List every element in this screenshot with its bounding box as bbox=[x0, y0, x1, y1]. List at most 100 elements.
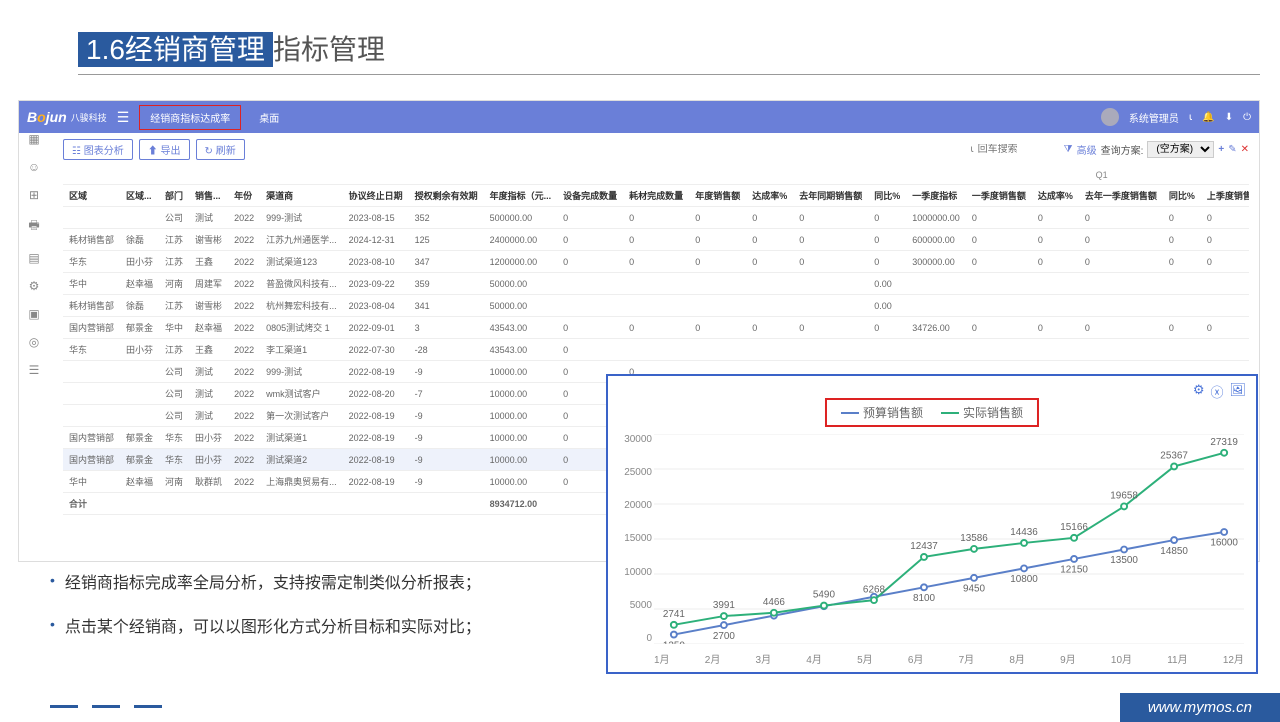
column-header[interactable]: 区域 bbox=[63, 185, 120, 207]
column-header[interactable]: 渠道商 bbox=[260, 185, 343, 207]
adv-filter[interactable]: 高级 bbox=[1077, 142, 1097, 157]
column-header[interactable]: 达成率% bbox=[746, 185, 793, 207]
chart-yaxis: 300002500020000150001000050000 bbox=[618, 434, 652, 644]
search-icon[interactable]: ⍳ bbox=[1189, 112, 1192, 123]
logo-subtitle: 八骏科技 bbox=[71, 111, 107, 124]
legend-budget: 预算销售额 bbox=[863, 404, 923, 421]
chart-legend: 预算销售额 实际销售额 bbox=[825, 398, 1039, 427]
column-header[interactable]: 销售... bbox=[189, 185, 228, 207]
column-header[interactable]: 同比% bbox=[1163, 185, 1201, 207]
nav-icon[interactable]: ☰ bbox=[29, 363, 40, 377]
title-rest: 指标管理 bbox=[273, 34, 385, 65]
svg-text:2700: 2700 bbox=[713, 631, 736, 642]
column-header[interactable]: 上季度销售额 bbox=[1201, 185, 1249, 207]
table-row[interactable]: 公司测试2022999-测试2023-08-15352500000.000000… bbox=[63, 207, 1249, 229]
bell-icon[interactable]: 🔔 bbox=[1202, 112, 1214, 123]
column-header[interactable]: 区域... bbox=[120, 185, 159, 207]
table-row[interactable]: 国内营销部郁景金华中赵幸福20220805测试烤交 12022-09-01343… bbox=[63, 317, 1249, 339]
chart-plot-area: 2741399144665490626812437135861443615166… bbox=[654, 434, 1244, 644]
footer-url: www.mymos.cn bbox=[1120, 693, 1280, 722]
nav-icon[interactable]: ⊞ bbox=[29, 188, 39, 202]
slide-indicator bbox=[50, 705, 162, 708]
search-input[interactable] bbox=[978, 144, 1048, 155]
svg-text:3991: 3991 bbox=[713, 600, 735, 611]
column-header[interactable]: 年度指标（元... bbox=[484, 185, 558, 207]
column-header[interactable]: 同比% bbox=[868, 185, 906, 207]
nav-icon[interactable]: 🖶 bbox=[28, 216, 39, 237]
column-header[interactable]: 设备完成数量 bbox=[557, 185, 623, 207]
table-row[interactable]: 华中赵幸福河南周建军2022普盈微风科技有...2023-09-22359500… bbox=[63, 273, 1249, 295]
svg-text:1350: 1350 bbox=[663, 640, 686, 644]
scheme-select[interactable]: (空方案) bbox=[1147, 141, 1214, 158]
svg-text:12437: 12437 bbox=[910, 541, 938, 552]
svg-text:13586: 13586 bbox=[960, 533, 988, 544]
nav-icon[interactable]: ▦ bbox=[28, 132, 39, 146]
delete-scheme-icon[interactable]: ✕ bbox=[1241, 144, 1249, 155]
svg-text:16000: 16000 bbox=[1210, 538, 1238, 549]
column-header[interactable]: 协议终止日期 bbox=[343, 185, 409, 207]
q1-header: Q1 bbox=[906, 166, 1249, 185]
column-header[interactable]: 年份 bbox=[228, 185, 260, 207]
nav-icon[interactable]: ▣ bbox=[28, 307, 39, 321]
nav-icon[interactable]: ▤ bbox=[28, 251, 39, 265]
add-scheme-icon[interactable]: + bbox=[1218, 144, 1224, 155]
power-icon[interactable]: ⏻ bbox=[1243, 112, 1251, 123]
svg-text:9450: 9450 bbox=[963, 584, 986, 595]
column-header[interactable]: 授权剩余有效期 bbox=[409, 185, 484, 207]
table-row[interactable]: 华东田小芬江苏王鑫2022李工渠道12022-07-30-2843543.000 bbox=[63, 339, 1249, 361]
side-nav: ▦ ☺ ⊞ 🖶 ▤ ⚙ ▣ ◎ ☰ bbox=[18, 132, 50, 377]
svg-text:2741: 2741 bbox=[663, 609, 685, 620]
svg-text:25367: 25367 bbox=[1160, 451, 1188, 462]
column-header[interactable]: 耗材完成数量 bbox=[623, 185, 689, 207]
svg-text:14850: 14850 bbox=[1160, 546, 1188, 557]
save-scheme-icon[interactable]: ✎ bbox=[1228, 144, 1236, 155]
svg-text:27319: 27319 bbox=[1210, 437, 1238, 448]
legend-actual: 实际销售额 bbox=[963, 404, 1023, 421]
column-header[interactable]: 去年同期销售额 bbox=[793, 185, 868, 207]
toolbar: ☷ 图表分析 ⬆ 导出 ↻ 刷新 ⍳ ⧩ 高级 查询方案: (空方案) + ✎ … bbox=[63, 139, 1249, 160]
title-underline bbox=[78, 74, 1260, 75]
svg-text:4466: 4466 bbox=[763, 597, 786, 608]
column-header[interactable]: 一季度指标 bbox=[906, 185, 966, 207]
logo[interactable]: Bojun bbox=[27, 109, 67, 125]
table-row[interactable]: 耗材销售部徐磊江苏谢雪彬2022杭州舞宏科技有...2023-08-043415… bbox=[63, 295, 1249, 317]
column-header[interactable]: 部门 bbox=[159, 185, 189, 207]
chart-xaxis: 1月2月3月4月5月6月7月8月9月10月11月12月 bbox=[654, 651, 1244, 666]
tab-desktop[interactable]: 桌面 bbox=[249, 106, 289, 129]
topbar: Bojun 八骏科技 ☰ 经销商指标达成率 桌面 系统管理员 ⍳ 🔔 ⬇ ⏻ bbox=[19, 101, 1259, 133]
download-icon[interactable]: ⬇ bbox=[1225, 112, 1233, 123]
chart-export-image-icon[interactable]: 🖼 bbox=[1229, 382, 1246, 401]
nav-icon[interactable]: ◎ bbox=[29, 335, 39, 349]
table-row[interactable]: 耗材销售部徐磊江苏谢雪彬2022江苏九州通医学...2024-12-311252… bbox=[63, 229, 1249, 251]
filter-icon[interactable]: ⧩ bbox=[1064, 144, 1073, 155]
svg-text:19658: 19658 bbox=[1110, 491, 1138, 502]
nav-icon[interactable]: ⚙ bbox=[29, 279, 40, 293]
svg-text:14436: 14436 bbox=[1010, 527, 1038, 538]
menu-icon[interactable]: ☰ bbox=[117, 109, 130, 126]
svg-text:6268: 6268 bbox=[863, 584, 886, 595]
column-header[interactable]: 去年一季度销售额 bbox=[1079, 185, 1163, 207]
column-header[interactable]: 一季度销售额 bbox=[966, 185, 1032, 207]
refresh-button[interactable]: ↻ 刷新 bbox=[196, 139, 245, 160]
chart-export-excel-icon[interactable]: ⓧ bbox=[1210, 382, 1223, 401]
svg-text:8100: 8100 bbox=[913, 593, 936, 604]
scheme-label: 查询方案: bbox=[1101, 142, 1144, 157]
chart-settings-icon[interactable]: ⚙ bbox=[1193, 382, 1205, 401]
export-button[interactable]: ⬆ 导出 bbox=[139, 139, 190, 160]
svg-text:15166: 15166 bbox=[1060, 522, 1088, 533]
nav-icon[interactable]: ☺ bbox=[28, 160, 40, 174]
bullet-list: •经销商指标完成率全局分析，支持按需定制类似分析报表； •点击某个经销商，可以以图… bbox=[50, 569, 481, 657]
bullet-item: •经销商指标完成率全局分析，支持按需定制类似分析报表； bbox=[50, 569, 481, 593]
column-header[interactable]: 达成率% bbox=[1032, 185, 1079, 207]
svg-text:13500: 13500 bbox=[1110, 555, 1138, 566]
chart-analysis-button[interactable]: ☷ 图表分析 bbox=[63, 139, 133, 160]
column-header[interactable]: 年度销售额 bbox=[689, 185, 746, 207]
svg-text:12150: 12150 bbox=[1060, 565, 1088, 576]
avatar[interactable] bbox=[1101, 108, 1119, 126]
table-row[interactable]: 华东田小芬江苏王鑫2022测试渠道1232023-08-103471200000… bbox=[63, 251, 1249, 273]
bullet-item: •点击某个经销商，可以以图形化方式分析目标和实际对比； bbox=[50, 613, 481, 637]
chart-panel: ⚙ ⓧ 🖼 预算销售额 实际销售额 3000025000200001500010… bbox=[606, 374, 1258, 674]
username[interactable]: 系统管理员 bbox=[1129, 110, 1179, 125]
title-highlight: 1.6经销商管理 bbox=[78, 32, 273, 67]
tab-active[interactable]: 经销商指标达成率 bbox=[139, 105, 241, 130]
